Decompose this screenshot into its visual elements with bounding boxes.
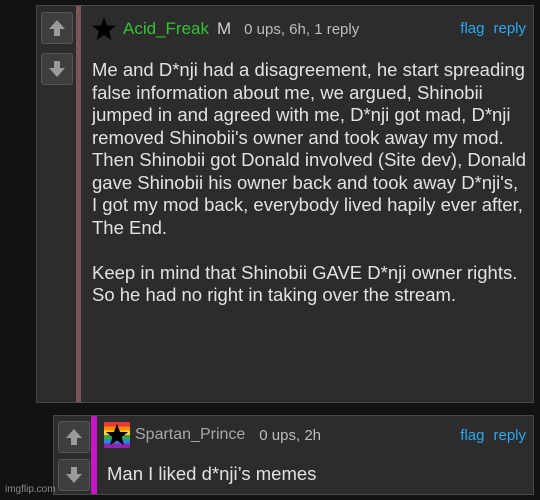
reply-link[interactable]: reply bbox=[493, 20, 526, 37]
reply-link[interactable]: reply bbox=[493, 427, 526, 444]
vote-column bbox=[54, 416, 92, 494]
arrow-up-icon bbox=[49, 20, 65, 36]
comment-meta: 0 ups, 6h, 1 reply bbox=[244, 20, 360, 38]
vote-column bbox=[37, 6, 75, 402]
comment-meta: 0 ups, 2h bbox=[259, 426, 322, 444]
comment-header: Acid_Freak M 0 ups, 6h, 1 reply bbox=[91, 16, 359, 42]
rainbow-star-avatar[interactable] bbox=[104, 422, 130, 448]
black-star-icon bbox=[105, 423, 129, 446]
comment-body: Man I liked d*nji’s memes bbox=[107, 463, 317, 484]
comment-actions: flag reply bbox=[460, 427, 526, 444]
upvote-button[interactable] bbox=[58, 421, 90, 453]
comment-actions: flag reply bbox=[460, 20, 526, 37]
upvote-button[interactable] bbox=[41, 12, 73, 44]
comment-depth-stripe bbox=[76, 6, 81, 402]
black-star-icon bbox=[92, 17, 116, 40]
flag-link[interactable]: flag bbox=[460, 20, 484, 37]
username-link[interactable]: Spartan_Prince bbox=[135, 426, 245, 444]
comment-acid-freak: Acid_Freak M 0 ups, 6h, 1 reply flag rep… bbox=[36, 5, 534, 403]
comment-depth-stripe bbox=[91, 416, 97, 494]
downvote-button[interactable] bbox=[58, 459, 90, 491]
arrow-down-icon bbox=[66, 467, 82, 483]
flag-link[interactable]: flag bbox=[460, 427, 484, 444]
imgflip-watermark: imgflip.com bbox=[5, 484, 56, 495]
mod-badge: M bbox=[216, 19, 232, 38]
comment-header: Spartan_Prince 0 ups, 2h bbox=[104, 422, 321, 448]
arrow-up-icon bbox=[66, 429, 82, 445]
comment-spartan-prince: Spartan_Prince 0 ups, 2h flag reply Man … bbox=[53, 415, 534, 495]
username-link[interactable]: Acid_Freak bbox=[123, 19, 209, 39]
comment-body: Me and D*nji had a disagreement, he star… bbox=[92, 59, 526, 305]
arrow-down-icon bbox=[49, 61, 65, 77]
downvote-button[interactable] bbox=[41, 53, 73, 85]
